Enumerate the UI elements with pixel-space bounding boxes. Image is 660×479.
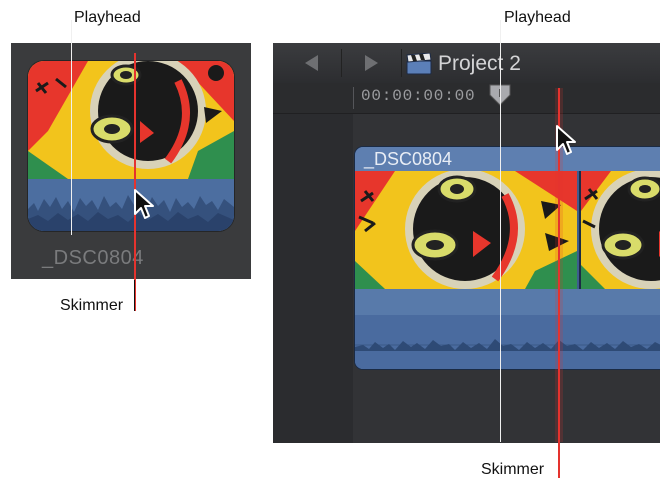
pointer-cursor-icon [134, 189, 154, 219]
timeline-track-area[interactable]: _DSC0804 [273, 114, 660, 443]
timeline-panel: Project 2 00:00:00:00 _DSC0804 [273, 43, 660, 443]
skimmer-leader-left [134, 280, 135, 311]
clip-audio-band [355, 289, 660, 315]
ruler-start-tick [353, 87, 354, 109]
timeline-ruler[interactable]: 00:00:00:00 [273, 83, 660, 114]
timeline-clip-name: _DSC0804 [364, 149, 453, 169]
timeline-playhead-line [500, 20, 501, 442]
back-arrow-icon [304, 55, 318, 71]
callout-skimmer-right: Skimmer [481, 461, 545, 478]
forward-button[interactable] [341, 49, 402, 77]
timeline-clip-header: _DSC0804 [355, 147, 660, 171]
callout-skimmer-left: Skimmer [60, 297, 124, 314]
browser-playhead-line [71, 20, 72, 235]
timeline-toolbar: Project 2 [273, 43, 660, 84]
event-browser-panel: _DSC0804 [11, 43, 251, 279]
clip-frame-1 [355, 171, 577, 289]
project-title: Project 2 [438, 52, 521, 75]
track-gutter [273, 114, 353, 443]
clip-thumbnail-image [28, 61, 234, 179]
timeline-audio-waveform [355, 315, 660, 369]
callout-playhead-left: Playhead [74, 9, 141, 26]
timecode-display: 00:00:00:00 [361, 87, 476, 105]
browser-clip-name: _DSC0804 [42, 247, 144, 269]
pointer-cursor-icon [556, 125, 576, 155]
browser-skimmer-line [134, 53, 136, 311]
forward-arrow-icon [364, 55, 378, 71]
clip-audio-waveform [28, 179, 234, 231]
callout-playhead-right: Playhead [504, 9, 571, 26]
clip-frame-2 [579, 171, 660, 289]
back-button[interactable] [281, 49, 342, 77]
clapperboard-icon [406, 53, 432, 75]
browser-clip-filmstrip[interactable] [28, 61, 234, 231]
timeline-clip[interactable]: _DSC0804 [355, 147, 660, 369]
